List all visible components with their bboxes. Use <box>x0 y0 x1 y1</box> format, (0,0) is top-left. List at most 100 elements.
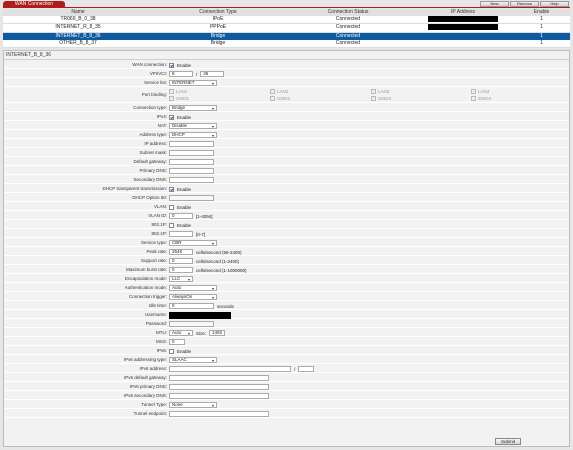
ipv6-gateway-input[interactable] <box>169 375 269 381</box>
row-vlan-id: VLAN ID: 0 [1-4094] <box>4 212 569 220</box>
vpi-input[interactable]: 8 <box>169 71 193 77</box>
p8021p-enable-checkbox[interactable] <box>169 222 174 228</box>
p8021p-input[interactable] <box>169 231 193 237</box>
max-burst-hint: cells/second (1-1000000) <box>196 267 247 273</box>
username-input[interactable] <box>169 311 231 319</box>
service-list-select[interactable]: INTERNET <box>169 80 217 86</box>
submit-button[interactable]: Submit <box>495 438 521 445</box>
label: Subnet mask: <box>139 150 167 155</box>
lan3-checkbox[interactable] <box>371 89 376 94</box>
label: Tunnel endpoint: <box>133 411 167 416</box>
row-secondary-dns: Secondary DNS: <box>4 176 569 184</box>
row-type: Bridge <box>210 32 226 39</box>
secondary-dns-input[interactable] <box>169 177 214 183</box>
row-connection-trigger: Connection trigger: AlwaysOn <box>4 293 569 301</box>
label: IPv4: <box>156 114 167 119</box>
row-password: Password: <box>4 320 569 328</box>
label: Service list: <box>143 80 167 85</box>
row-status: Connected <box>335 24 361 31</box>
table-row[interactable]: INTERNET_R_8_35 PPPoE Connected 1 <box>3 23 570 33</box>
ipv6-enable-checkbox[interactable] <box>169 348 174 354</box>
ipv4-enable-checkbox[interactable] <box>169 114 174 120</box>
peak-rate-input[interactable]: 2648 <box>169 249 193 255</box>
ssid3-checkbox[interactable] <box>371 96 376 101</box>
col-status: Connection Status <box>283 9 413 16</box>
enable-text: Enable <box>177 114 192 120</box>
ipv6-primary-dns-input[interactable] <box>169 384 269 390</box>
vlan-id-input[interactable]: 0 <box>169 213 193 219</box>
address-type-select[interactable]: DHCP <box>169 132 217 138</box>
encapsulation-select[interactable]: LLC <box>169 276 193 282</box>
label: VLAN: <box>153 204 167 209</box>
auth-mode-select[interactable]: Auto <box>169 285 217 291</box>
subnet-mask-input[interactable] <box>169 150 214 156</box>
new-button[interactable]: New <box>480 1 509 7</box>
row-primary-dns: Primary DNS: <box>4 167 569 175</box>
label: IPv6 secondary DNS: <box>123 393 167 398</box>
table-row[interactable]: TR069_B_0_38 IPoE Connected 1 <box>3 16 570 24</box>
tunnel-type-select[interactable]: None <box>169 402 217 408</box>
ssid1-checkbox[interactable] <box>169 96 174 101</box>
dhcp-transparent-checkbox[interactable] <box>169 186 174 192</box>
row-ip <box>413 16 513 24</box>
row-ip <box>413 24 513 32</box>
support-rate-input[interactable]: 0 <box>169 258 193 264</box>
label: Tunnel Type: <box>141 402 167 407</box>
mtu-size-input[interactable]: 1492 <box>209 330 226 336</box>
ipv6-prefix-input[interactable] <box>298 366 315 372</box>
wan-enable-checkbox[interactable] <box>169 62 174 68</box>
ipv6-secondary-dns-input[interactable] <box>169 393 269 399</box>
row-dhcp-option60: DHCP Option 60: <box>4 194 569 202</box>
port-label: LAN2 <box>277 89 289 94</box>
label: Support rate: <box>140 258 167 263</box>
lan2-checkbox[interactable] <box>270 89 275 94</box>
help-button[interactable]: Help <box>540 1 569 7</box>
ip-address-input[interactable] <box>169 141 214 147</box>
mss-input[interactable]: 0 <box>169 339 185 345</box>
row-port-binding: Port binding: LAN1 LAN2 LAN3 LAN4 SSID1 … <box>4 88 569 103</box>
remove-button[interactable]: Remove <box>510 1 539 7</box>
dhcp-option60-input[interactable] <box>169 195 214 201</box>
label: VPI/VCI: <box>149 71 167 76</box>
label: Connection type: <box>133 105 167 110</box>
connection-settings-panel: INTERNET_B_8_36 WAN connection: Enable V… <box>3 50 570 447</box>
nat-select[interactable]: Disable <box>169 123 217 129</box>
ssid4-checkbox[interactable] <box>471 96 476 101</box>
connection-type-select[interactable]: Bridge <box>169 105 217 111</box>
port-label: SSID2 <box>277 96 291 101</box>
primary-dns-input[interactable] <box>169 168 214 174</box>
panel-divider <box>4 59 569 60</box>
support-rate-hint: cells/second (1-2400) <box>196 258 240 264</box>
max-burst-input[interactable]: 0 <box>169 267 193 273</box>
row-wan-connection: WAN connection: Enable <box>4 61 569 69</box>
row-auth-mode: Authentication mode: Auto <box>4 284 569 292</box>
vlan-enable-checkbox[interactable] <box>169 204 174 210</box>
label: NAT: <box>157 123 167 128</box>
mtu-select[interactable]: Auto <box>169 330 193 336</box>
row-ip-address: IP address: <box>4 140 569 148</box>
table-row-selected[interactable]: INTERNET_B_8_36 Bridge Connected 1 <box>3 32 570 40</box>
lan4-checkbox[interactable] <box>471 89 476 94</box>
default-gateway-input[interactable] <box>169 159 214 165</box>
connection-trigger-select[interactable]: AlwaysOn <box>169 294 217 300</box>
row-dhcp-transparent: DHCP transparent transmission: Enable <box>4 185 569 193</box>
table-row[interactable]: OTHER_B_8_37 Bridge Connected 1 <box>3 39 570 48</box>
lan1-checkbox[interactable] <box>169 89 174 94</box>
ipv6-address-input[interactable] <box>169 366 291 372</box>
col-ip: IP Address <box>413 9 513 16</box>
label: WAN connection: <box>132 62 167 67</box>
header-divider <box>3 7 570 8</box>
row-tunnel-endpoint: Tunnel endpoint: <box>4 410 569 418</box>
label: IPv6: <box>156 348 167 353</box>
row-name: INTERNET_R_8_35 <box>55 24 101 31</box>
tunnel-endpoint-input[interactable] <box>169 411 269 417</box>
vci-input[interactable]: 36 <box>200 71 225 77</box>
port-label: SSID4 <box>478 96 492 101</box>
password-input[interactable] <box>169 321 214 327</box>
row-status: Connected <box>335 16 361 23</box>
row-tunnel-type: Tunnel Type: None <box>4 401 569 409</box>
idle-time-input[interactable]: 0 <box>169 303 214 309</box>
ipv6-addressing-type-select[interactable]: SLAAC <box>169 357 217 363</box>
ssid2-checkbox[interactable] <box>270 96 275 101</box>
service-type-select[interactable]: CBR <box>169 240 217 246</box>
